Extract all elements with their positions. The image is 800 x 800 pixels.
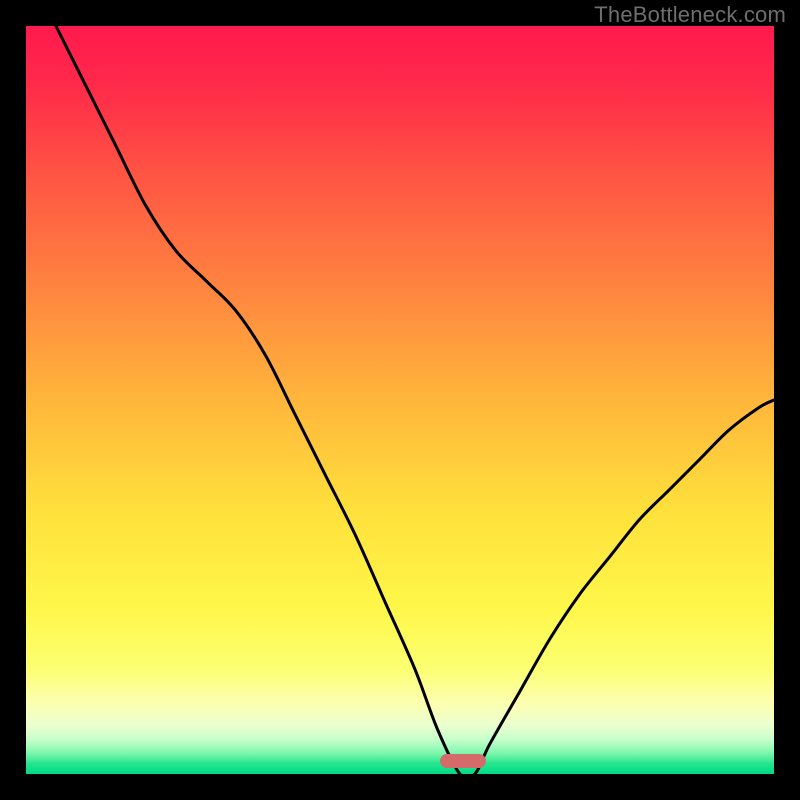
background-gradient (26, 26, 774, 774)
chart-frame: TheBottleneck.com (0, 0, 800, 800)
plot-area (26, 26, 774, 774)
watermark-text: TheBottleneck.com (594, 2, 786, 28)
optimum-marker (440, 754, 486, 768)
